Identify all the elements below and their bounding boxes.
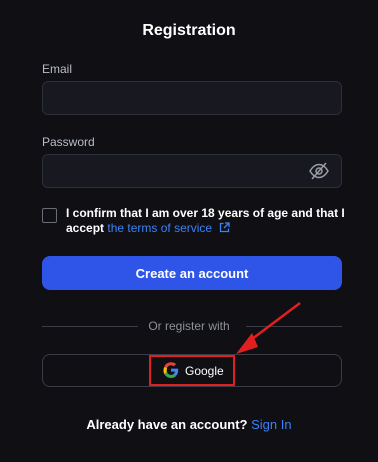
email-field[interactable]: [42, 81, 342, 115]
email-label: Email: [42, 62, 73, 76]
age-confirm-checkbox[interactable]: [42, 208, 57, 223]
eye-off-icon[interactable]: [308, 161, 330, 181]
google-logo-icon: [163, 361, 179, 381]
signin-link[interactable]: Sign In: [251, 417, 291, 432]
create-account-button[interactable]: Create an account: [42, 256, 342, 290]
age-confirm-text: I confirm that I am over 18 years of age…: [66, 206, 356, 237]
terms-of-service-link[interactable]: the terms of service: [107, 221, 231, 237]
google-button-content: Google: [163, 361, 224, 381]
signin-prompt: Already have an account?: [86, 417, 248, 432]
signin-row: Already have an account? Sign In: [0, 417, 378, 432]
divider-right: [246, 326, 342, 327]
password-label: Password: [42, 135, 95, 149]
password-field[interactable]: [42, 154, 342, 188]
terms-link-label: the terms of service: [107, 221, 213, 235]
registration-page: Registration Email Password I confirm th…: [0, 0, 378, 462]
page-title: Registration: [142, 22, 236, 39]
external-link-icon: [219, 222, 231, 237]
google-button-label: Google: [185, 364, 224, 378]
